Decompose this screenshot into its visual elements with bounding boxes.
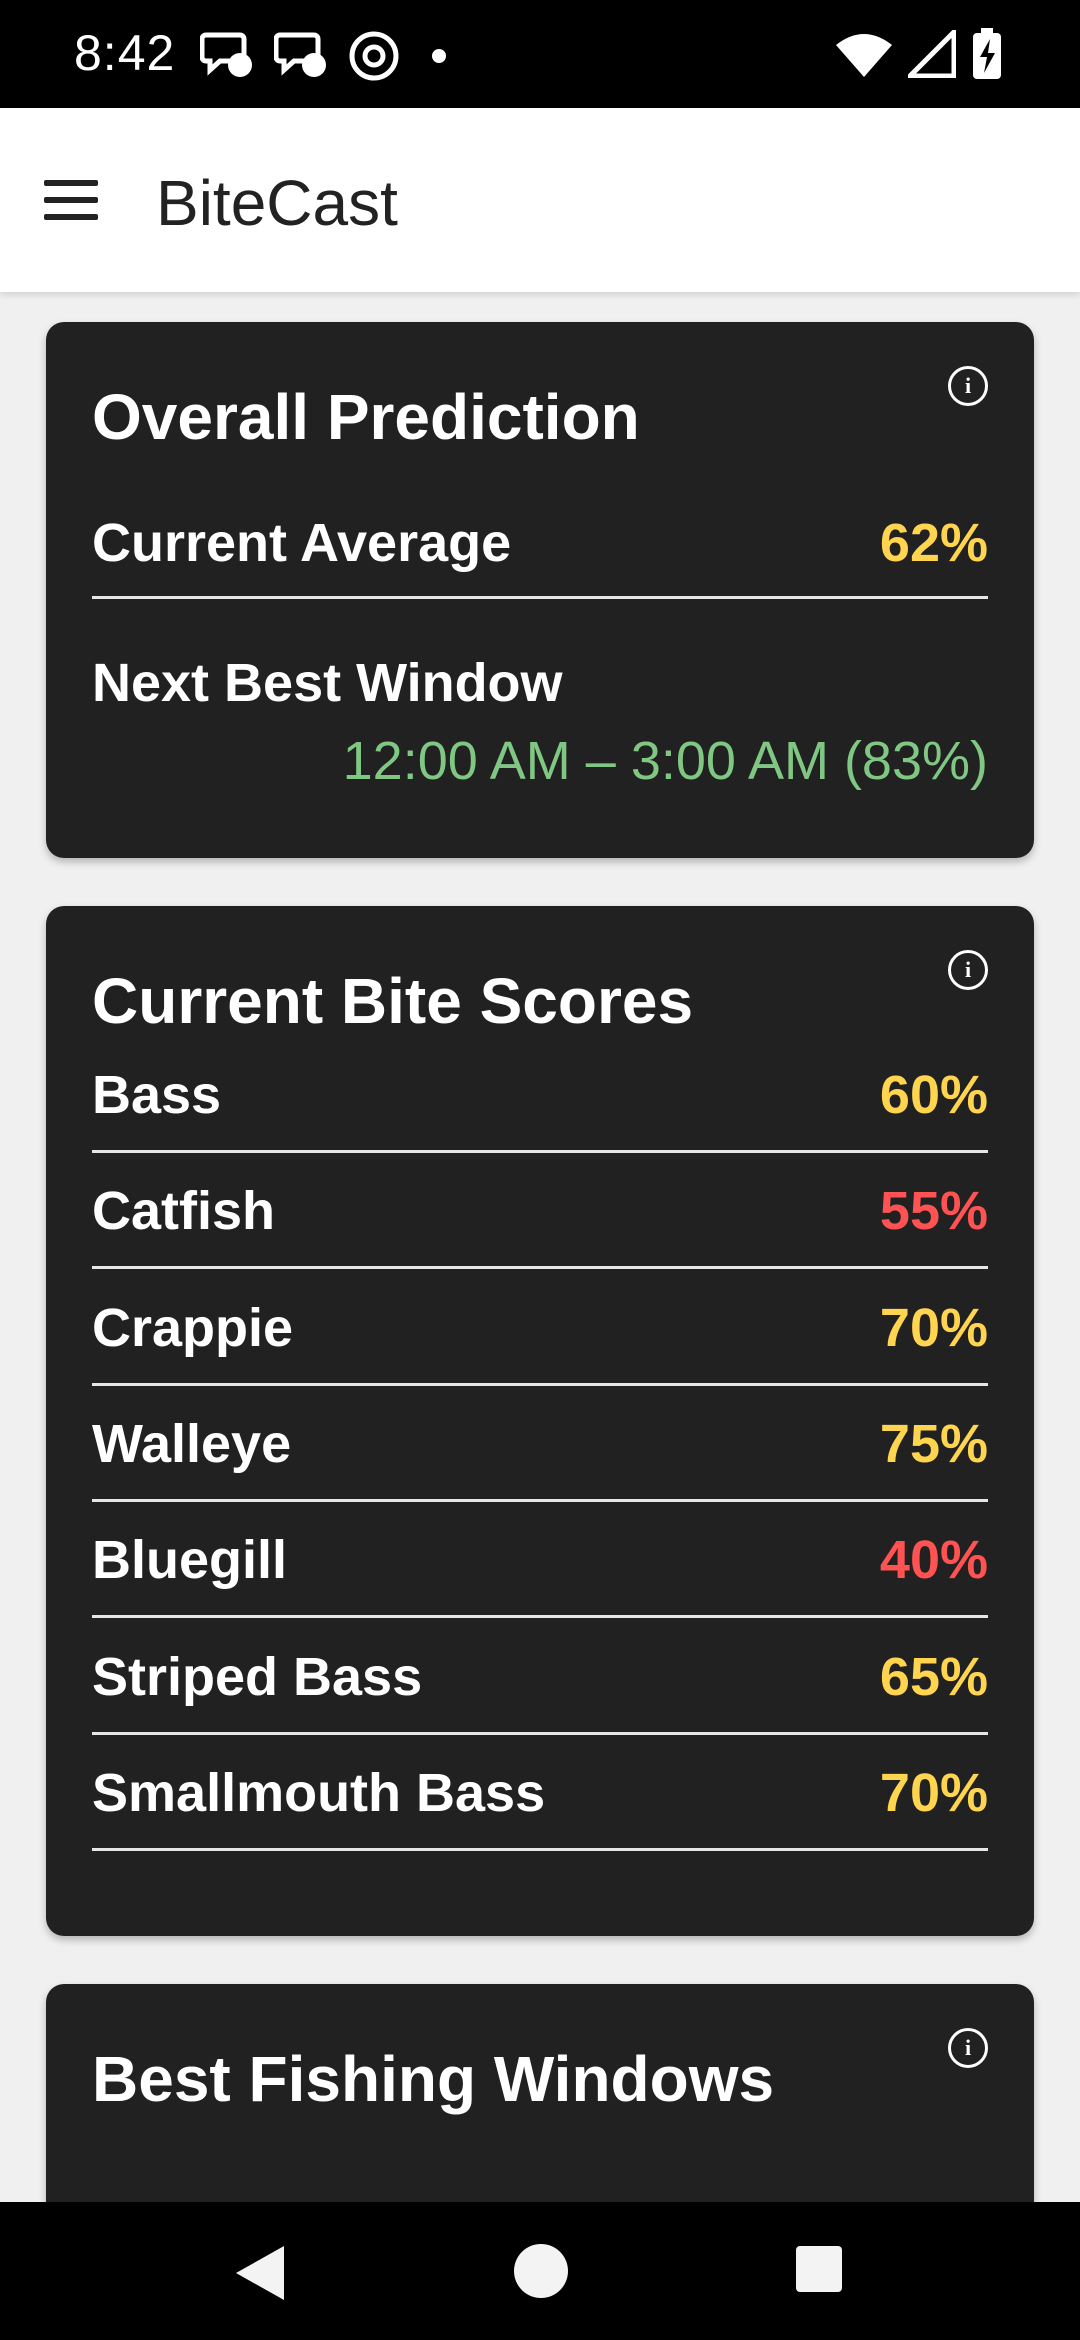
status-bar: 8:42 (0, 0, 1080, 108)
cell-signal-icon (908, 30, 956, 78)
species-score: 70% (879, 1297, 988, 1358)
menu-icon[interactable] (44, 180, 98, 220)
current-average-value: 62% (879, 513, 988, 573)
score-row: Bluegill 40% (92, 1499, 988, 1619)
species-score: 70% (879, 1762, 988, 1823)
card-title: Current Bite Scores (92, 965, 694, 1037)
species-label: Striped Bass (92, 1646, 423, 1707)
current-average-row: Current Average 62% (92, 484, 988, 599)
species-score: 40% (879, 1530, 988, 1591)
species-label: Bass (92, 1065, 222, 1125)
app-bar: BiteCast (0, 108, 1080, 292)
species-label: Bluegill (92, 1530, 288, 1591)
recents-icon[interactable] (796, 2246, 842, 2292)
species-label: Crappie (92, 1297, 294, 1358)
info-icon[interactable]: i (948, 2028, 988, 2068)
card-title: Best Fishing Windows (92, 2043, 775, 2115)
overall-prediction-card: Overall Prediction i Current Average 62%… (46, 322, 1034, 858)
score-row: Crappie 70% (92, 1267, 988, 1386)
info-icon[interactable]: i (948, 950, 988, 990)
species-label: Catfish (92, 1181, 276, 1242)
system-icons (834, 26, 1004, 82)
chat-bubble-icon (200, 32, 252, 77)
bite-scores-card: Current Bite Scores i Bass 60% Catfish 55% C… (46, 906, 1034, 1936)
species-score: 60% (879, 1065, 988, 1125)
status-time: 8:42 (74, 25, 176, 81)
app-title: BiteCast (156, 167, 398, 239)
species-score: 55% (879, 1181, 988, 1242)
back-icon[interactable] (236, 2246, 284, 2300)
score-row: Bass 60% (92, 1034, 988, 1153)
battery-charging-icon (973, 28, 1001, 79)
home-icon[interactable] (514, 2244, 568, 2298)
info-icon[interactable]: i (948, 366, 988, 406)
system-nav-bar (0, 2202, 1080, 2340)
score-row: Catfish 55% (92, 1150, 988, 1270)
species-label: Smallmouth Bass (92, 1762, 546, 1823)
next-window-value: 12:00 AM – 3:00 AM (83%) (342, 731, 988, 791)
card-title: Overall Prediction (92, 381, 640, 453)
wifi-icon (836, 34, 892, 77)
next-window-label: Next Best Window (92, 653, 563, 713)
notification-icons (200, 30, 446, 82)
species-label: Walleye (92, 1413, 292, 1474)
score-row: Striped Bass 65% (92, 1616, 988, 1735)
score-row: Walleye 75% (92, 1383, 988, 1502)
current-average-label: Current Average (92, 513, 512, 573)
score-row: Smallmouth Bass 70% (92, 1732, 988, 1851)
chat-bubble-icon (274, 32, 326, 77)
threads-icon (349, 31, 399, 81)
more-notifications-dot (432, 49, 446, 63)
species-score: 65% (879, 1646, 988, 1707)
species-score: 75% (879, 1413, 988, 1474)
